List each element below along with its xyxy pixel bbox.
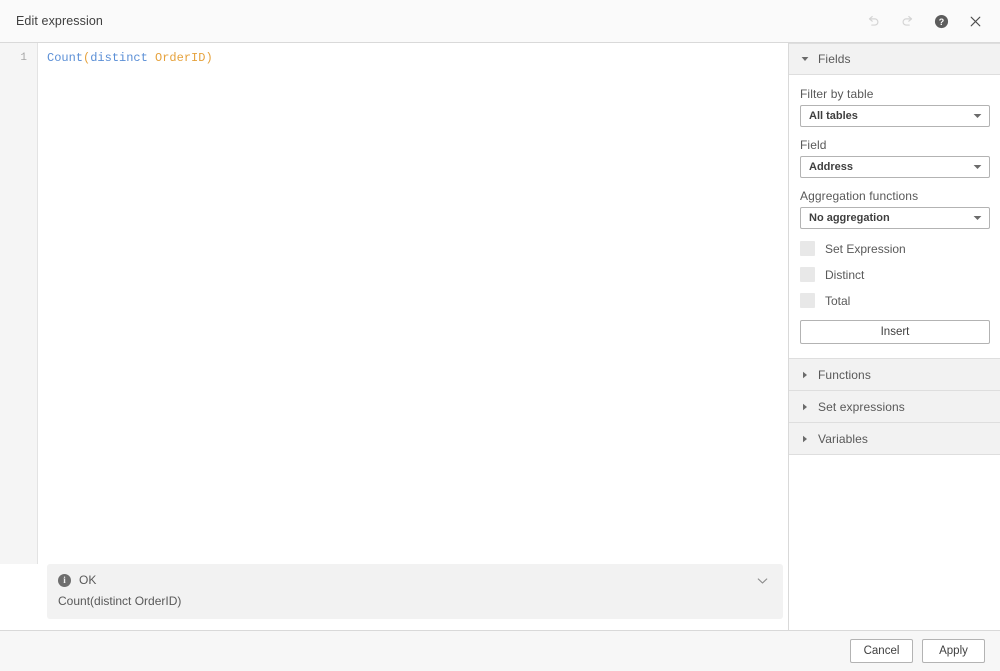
validation-texts: OK Count(distinct OrderID)	[79, 573, 745, 609]
edit-expression-dialog: Edit expression ?	[0, 0, 1000, 671]
section-label-functions: Functions	[818, 368, 871, 382]
section-header-set-expressions[interactable]: Set expressions	[789, 391, 1000, 423]
dialog-title: Edit expression	[16, 14, 862, 28]
cancel-button[interactable]: Cancel	[850, 639, 913, 663]
token-space	[148, 51, 155, 65]
expression-code[interactable]: Count(distinct OrderID)	[38, 43, 788, 564]
field-select[interactable]: Address	[800, 156, 990, 178]
checkbox-row-total[interactable]: Total	[800, 292, 990, 309]
chevron-right-icon	[799, 371, 811, 379]
aggregation-functions-label: Aggregation functions	[800, 189, 990, 203]
validation-status-wrapper: i OK Count(distinct OrderID)	[0, 564, 788, 630]
checkbox-row-distinct[interactable]: Distinct	[800, 266, 990, 283]
dialog-header: Edit expression ?	[0, 0, 1000, 43]
field-label: Field	[800, 138, 990, 152]
insert-button[interactable]: Insert	[800, 320, 990, 344]
redo-icon[interactable]	[896, 10, 918, 32]
section-header-variables[interactable]: Variables	[789, 423, 1000, 455]
validation-detail: Count(distinct OrderID)	[58, 594, 745, 609]
apply-button[interactable]: Apply	[922, 639, 985, 663]
section-header-fields[interactable]: Fields	[789, 43, 1000, 75]
chevron-right-icon	[799, 403, 811, 411]
help-icon[interactable]: ?	[930, 10, 952, 32]
checkbox-row-set-expression[interactable]: Set Expression	[800, 240, 990, 257]
info-icon: i	[58, 574, 71, 587]
dialog-body: 1 Count(distinct OrderID) i OK Count(dis…	[0, 43, 1000, 630]
distinct-checkbox[interactable]	[800, 267, 815, 282]
aggregation-functions-select[interactable]: No aggregation	[800, 207, 990, 229]
total-label: Total	[825, 294, 850, 308]
svg-text:?: ?	[938, 16, 943, 26]
section-header-functions[interactable]: Functions	[789, 359, 1000, 391]
filter-by-table-label: Filter by table	[800, 87, 990, 101]
set-expression-label: Set Expression	[825, 242, 906, 256]
filter-by-table-select[interactable]: All tables	[800, 105, 990, 127]
filter-by-table-value: All tables	[809, 110, 972, 122]
expression-side-panel: Fields Filter by table All tables Field …	[789, 43, 1000, 630]
close-icon[interactable]	[964, 10, 986, 32]
chevron-right-icon	[799, 435, 811, 443]
aggregation-functions-value: No aggregation	[809, 212, 972, 224]
set-expression-checkbox[interactable]	[800, 241, 815, 256]
distinct-label: Distinct	[825, 268, 864, 282]
token-close-paren: )	[205, 51, 212, 65]
chevron-down-icon	[972, 164, 983, 170]
editor-gutter: 1	[0, 43, 38, 564]
dialog-footer: Cancel Apply	[0, 630, 1000, 671]
header-actions: ?	[862, 10, 986, 32]
expression-editor[interactable]: 1 Count(distinct OrderID)	[0, 43, 788, 564]
token-function: Count	[47, 51, 83, 65]
chevron-down-icon	[972, 215, 983, 221]
undo-icon[interactable]	[862, 10, 884, 32]
validation-status-bar[interactable]: i OK Count(distinct OrderID)	[47, 564, 783, 619]
field-value: Address	[809, 161, 972, 173]
chevron-down-icon	[972, 113, 983, 119]
section-label-variables: Variables	[818, 432, 868, 446]
chevron-down-icon[interactable]	[753, 574, 771, 588]
section-label-set-expressions: Set expressions	[818, 400, 905, 414]
expression-editor-column: 1 Count(distinct OrderID) i OK Count(dis…	[0, 43, 789, 630]
token-field-name: OrderID	[155, 51, 205, 65]
chevron-down-icon	[799, 56, 811, 62]
validation-title: OK	[79, 573, 745, 588]
line-number: 1	[0, 50, 27, 67]
fields-section-content: Filter by table All tables Field Address…	[789, 75, 1000, 359]
total-checkbox[interactable]	[800, 293, 815, 308]
token-keyword-distinct: distinct	[90, 51, 148, 65]
section-label-fields: Fields	[818, 52, 851, 66]
side-panel-filler	[789, 455, 1000, 630]
